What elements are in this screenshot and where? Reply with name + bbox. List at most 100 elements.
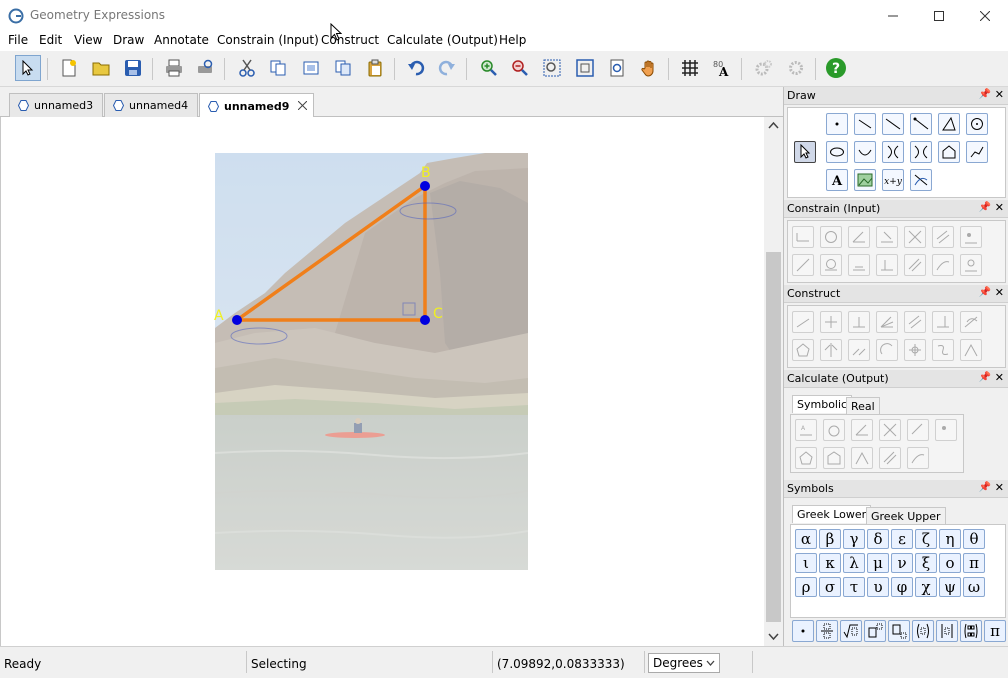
symbol-alpha[interactable]: α — [795, 529, 817, 549]
draw-arc-button[interactable] — [854, 141, 876, 163]
constrain-implicit-button[interactable] — [932, 254, 954, 276]
constrain-parallel-button[interactable] — [932, 226, 954, 248]
grid-toggle-button[interactable] — [677, 55, 703, 81]
construct-polyline-button[interactable] — [960, 339, 982, 361]
symbol-upsilon[interactable]: υ — [867, 577, 889, 597]
menu-edit[interactable]: Edit — [39, 33, 62, 47]
close-panel-icon[interactable]: ✕ — [995, 371, 1004, 384]
menu-annotate[interactable]: Annotate — [154, 33, 209, 47]
symbol-omicron[interactable]: ο — [939, 553, 961, 573]
point-a[interactable] — [232, 315, 242, 325]
constrain-angle-button[interactable] — [848, 226, 870, 248]
constrain-distance-button[interactable] — [792, 226, 814, 248]
copy-as-button[interactable] — [298, 55, 324, 81]
menu-help[interactable]: Help — [499, 33, 526, 47]
draw-parabola-button[interactable] — [882, 141, 904, 163]
redo-button[interactable] — [434, 55, 460, 81]
constrain-point-proportional-button[interactable] — [960, 254, 982, 276]
zoom-out-button[interactable] — [507, 55, 533, 81]
menu-view[interactable]: View — [74, 33, 102, 47]
cut-button[interactable] — [234, 55, 260, 81]
draw-circle-button[interactable] — [966, 113, 988, 135]
pin-icon[interactable]: 📌 — [979, 89, 991, 100]
construct-perpendicular-bisector-button[interactable] — [932, 311, 954, 333]
calculate-equation-button[interactable] — [907, 419, 929, 441]
symbol-iota[interactable]: ι — [795, 553, 817, 573]
draw-segment-button[interactable] — [854, 113, 876, 135]
operator-absolute-button[interactable] — [936, 620, 958, 642]
draw-line-button[interactable] — [882, 113, 904, 135]
print-button[interactable] — [161, 55, 187, 81]
font-settings-button[interactable]: 80 A — [709, 55, 735, 81]
close-panel-icon[interactable]: ✕ — [995, 201, 1004, 214]
new-file-button[interactable] — [56, 55, 82, 81]
minimize-button[interactable] — [870, 0, 916, 31]
calculate-angle-button[interactable] — [851, 419, 873, 441]
tab-unnamed9[interactable]: unnamed9 — [199, 93, 314, 118]
zoom-fit-button[interactable] — [572, 55, 598, 81]
operator-subscript-button[interactable] — [888, 620, 910, 642]
print-preview-button[interactable] — [192, 55, 218, 81]
undo-button[interactable] — [403, 55, 429, 81]
symbol-zeta[interactable]: ζ — [915, 529, 937, 549]
operator-matrix-button[interactable] — [960, 620, 982, 642]
calculate-implicit-button[interactable] — [879, 447, 901, 469]
pin-icon[interactable]: 📌 — [979, 287, 991, 298]
scrollbar-thumb[interactable] — [766, 252, 781, 622]
close-panel-icon[interactable]: ✕ — [995, 481, 1004, 494]
menu-constrain[interactable]: Constrain (Input) — [217, 33, 319, 47]
symbol-psi[interactable]: ψ — [939, 577, 961, 597]
advanced-settings-button[interactable] — [783, 55, 809, 81]
calculate-distance-button[interactable]: A — [795, 419, 817, 441]
tab-unnamed3[interactable]: unnamed3 — [9, 93, 103, 117]
symbol-tau[interactable]: τ — [843, 577, 865, 597]
pan-button[interactable] — [636, 55, 662, 81]
symbol-lambda[interactable]: λ — [843, 553, 865, 573]
construct-angle-bisector-button[interactable] — [876, 311, 898, 333]
drawing-canvas[interactable]: A B C — [0, 117, 764, 646]
zoom-in-button[interactable] — [476, 55, 502, 81]
calculate-radius-button[interactable] — [823, 419, 845, 441]
calculate-slope-button[interactable] — [879, 419, 901, 441]
draw-locus-button[interactable] — [966, 141, 988, 163]
menu-draw[interactable]: Draw — [113, 33, 144, 47]
symbol-delta[interactable]: δ — [867, 529, 889, 549]
calculate-perimeter-button[interactable] — [823, 447, 845, 469]
calculate-coordinates-button[interactable] — [935, 419, 957, 441]
maximize-button[interactable] — [916, 0, 962, 31]
draw-ray-button[interactable] — [910, 113, 932, 135]
symbol-theta[interactable]: θ — [963, 529, 985, 549]
help-button[interactable]: ? — [823, 55, 849, 81]
draw-point-button[interactable] — [826, 113, 848, 135]
zoom-window-button[interactable] — [539, 55, 565, 81]
symbol-mu[interactable]: μ — [867, 553, 889, 573]
zoom-page-button[interactable] — [604, 55, 630, 81]
construct-reflection-button[interactable] — [820, 339, 842, 361]
construct-polygon-button[interactable] — [792, 339, 814, 361]
point-b[interactable] — [420, 181, 430, 191]
symbol-phi[interactable]: φ — [891, 577, 913, 597]
scroll-up-icon[interactable] — [768, 121, 779, 129]
constrain-congruent-button[interactable] — [848, 254, 870, 276]
constrain-direction-button[interactable] — [876, 226, 898, 248]
symbol-gamma[interactable]: γ — [843, 529, 865, 549]
symbol-epsilon[interactable]: ε — [891, 529, 913, 549]
construct-dilation-button[interactable] — [904, 339, 926, 361]
operator-parentheses-button[interactable] — [912, 620, 934, 642]
symbol-rho[interactable]: ρ — [795, 577, 817, 597]
pin-icon[interactable]: 📌 — [979, 202, 991, 213]
vertical-scrollbar[interactable] — [764, 117, 783, 646]
paste-button[interactable] — [362, 55, 388, 81]
symbol-beta[interactable]: β — [819, 529, 841, 549]
operator-multiply-button[interactable] — [792, 620, 814, 642]
tab-greek-lower[interactable]: Greek Lower — [792, 505, 872, 523]
tab-symbolic[interactable]: Symbolic — [792, 395, 853, 413]
scroll-down-icon[interactable] — [768, 633, 779, 641]
constrain-perpendicular-button[interactable] — [904, 226, 926, 248]
copy-button[interactable] — [265, 55, 291, 81]
symbol-chi[interactable]: χ — [915, 577, 937, 597]
tab-real[interactable]: Real — [846, 397, 880, 415]
construct-tangent-button[interactable] — [960, 311, 982, 333]
calculate-parametric-button[interactable] — [851, 447, 873, 469]
select-tool-button[interactable] — [15, 55, 41, 81]
